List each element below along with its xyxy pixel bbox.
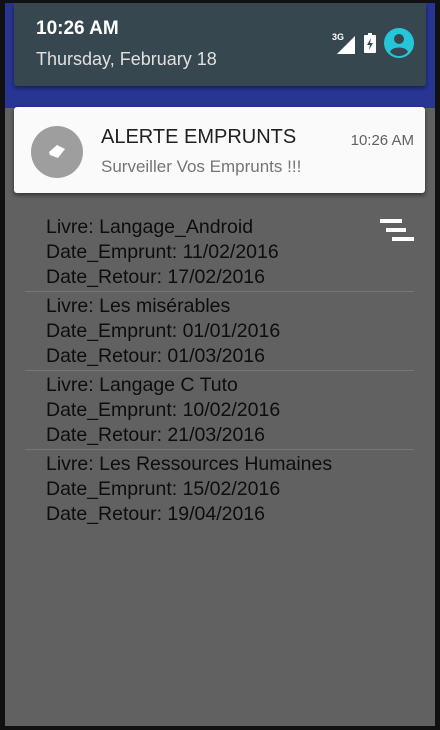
notification-shade: 10:26 AM Thursday, February 18 3G xyxy=(5,3,435,108)
list-item[interactable]: Livre: Les misérables Date_Emprunt: 01/0… xyxy=(25,292,414,371)
battery-icon xyxy=(364,32,376,58)
notification-card[interactable]: ALERTE EMPRUNTS 10:26 AM Surveiller Vos … xyxy=(14,107,425,193)
notification-time: 10:26 AM xyxy=(350,132,414,149)
device-screen: 10:26 AM Thursday, February 18 3G ALERTE… xyxy=(5,3,435,726)
status-icons: 3G xyxy=(324,27,414,63)
network-type-label: 3G xyxy=(332,32,345,42)
quick-settings-header[interactable]: 10:26 AM Thursday, February 18 3G xyxy=(14,3,426,86)
loan-date: Date_Emprunt: 10/02/2016 xyxy=(46,399,281,421)
book-title: Livre: Langage_Android xyxy=(46,216,254,238)
loan-date: Date_Emprunt: 15/02/2016 xyxy=(46,478,281,500)
list-item[interactable]: Livre: Les Ressources Humaines Date_Empr… xyxy=(25,450,414,529)
date-label: Thursday, February 18 xyxy=(36,49,217,69)
notification-text: Surveiller Vos Emprunts !!! xyxy=(101,157,302,176)
loan-date: Date_Emprunt: 01/01/2016 xyxy=(46,320,281,342)
notification-title: ALERTE EMPRUNTS xyxy=(101,126,297,148)
tag-icon xyxy=(31,126,83,178)
return-date: Date_Retour: 01/03/2016 xyxy=(46,345,265,367)
loans-list: Livre: Langage_Android Date_Emprunt: 11/… xyxy=(25,213,414,529)
return-date: Date_Retour: 17/02/2016 xyxy=(46,266,265,288)
return-date: Date_Retour: 21/03/2016 xyxy=(46,424,265,446)
user-avatar-icon[interactable] xyxy=(384,27,414,63)
clock-time: 10:26 AM xyxy=(36,18,119,39)
list-item[interactable]: Livre: Langage_Android Date_Emprunt: 11/… xyxy=(25,213,414,292)
book-title: Livre: Les misérables xyxy=(46,295,231,317)
loan-date: Date_Emprunt: 11/02/2016 xyxy=(46,241,279,263)
signal-3g-icon: 3G xyxy=(332,32,356,55)
return-date: Date_Retour: 19/04/2016 xyxy=(46,503,265,525)
book-title: Livre: Les Ressources Humaines xyxy=(46,453,333,475)
book-title: Livre: Langage C Tuto xyxy=(46,374,238,396)
list-item[interactable]: Livre: Langage C Tuto Date_Emprunt: 10/0… xyxy=(25,371,414,450)
